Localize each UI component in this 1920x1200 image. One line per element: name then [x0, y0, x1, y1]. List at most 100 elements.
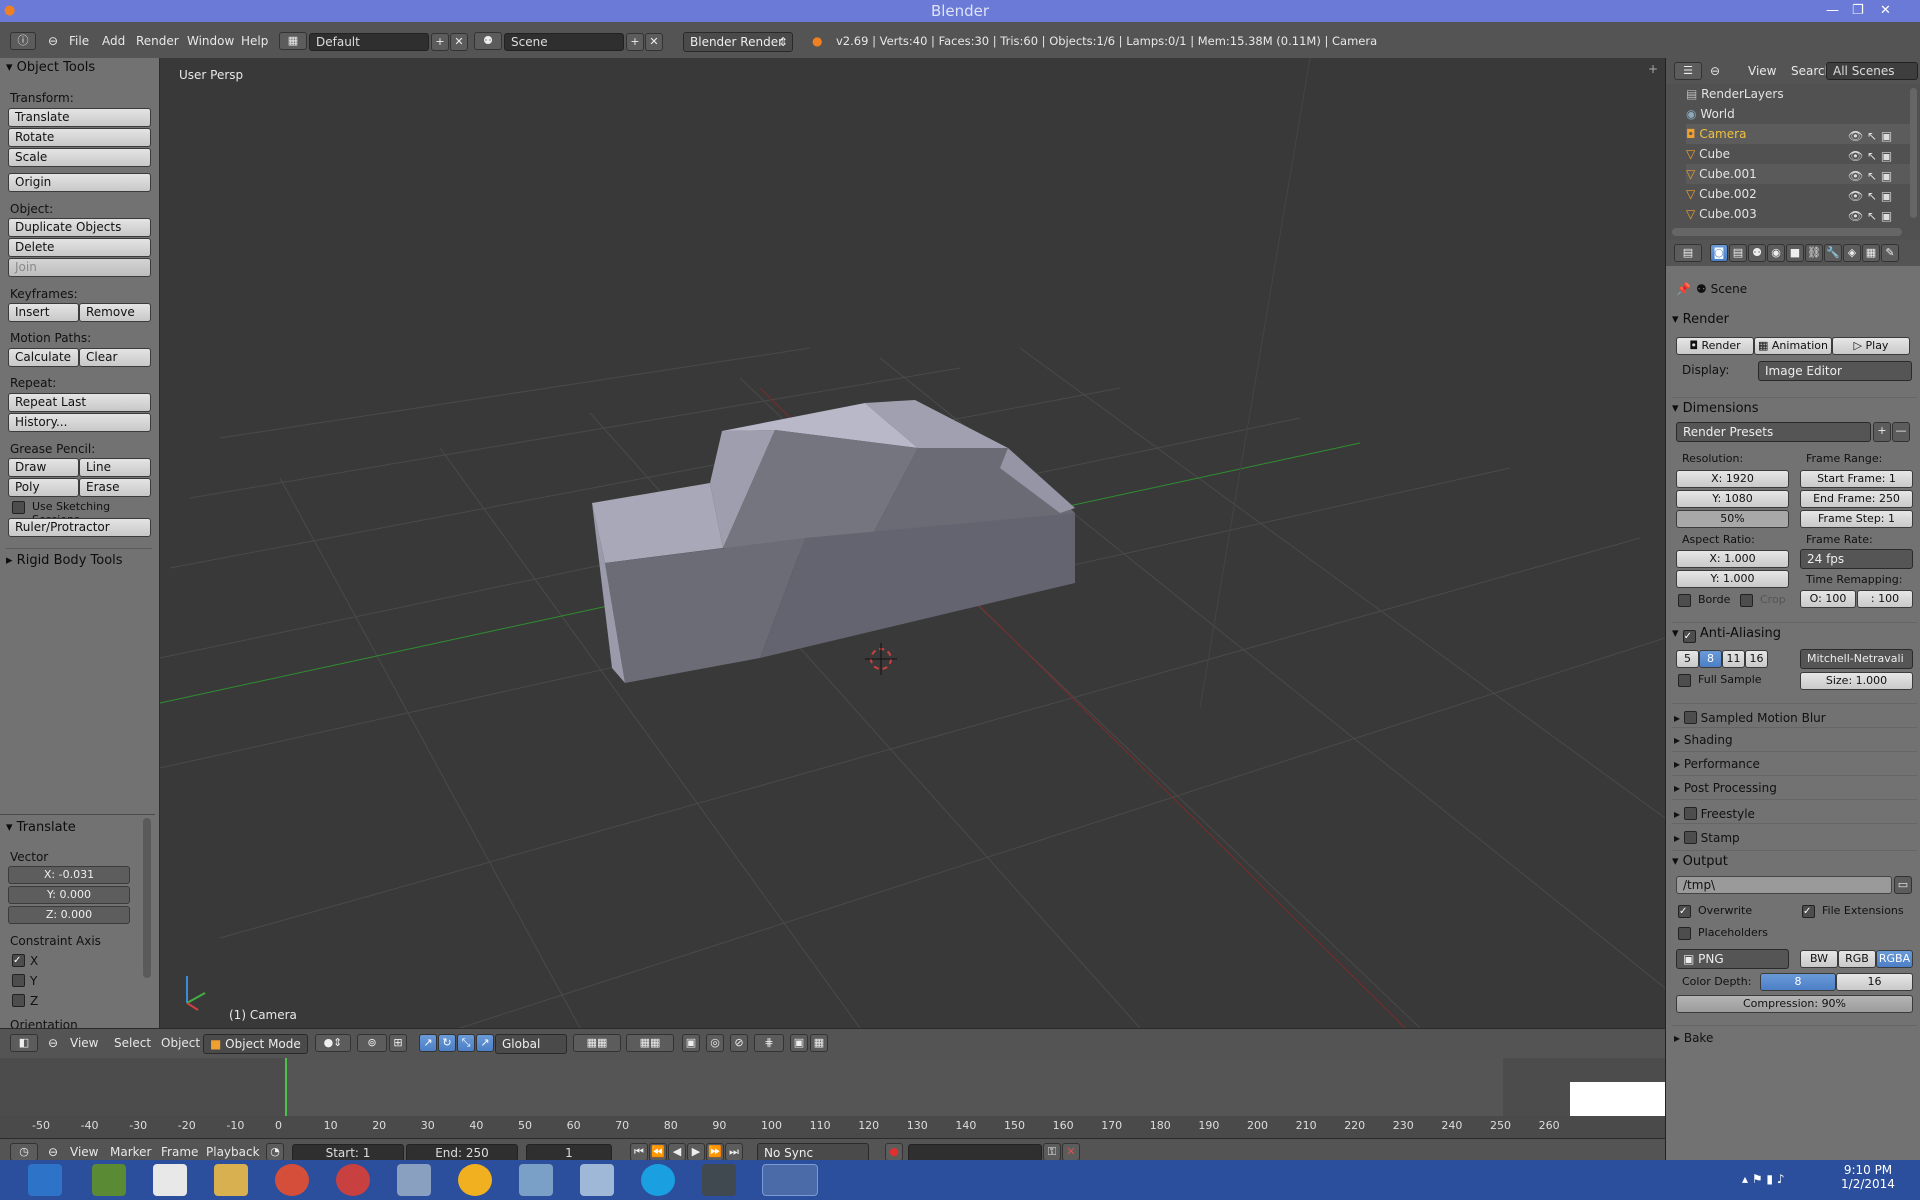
translate-button[interactable]: Translate	[8, 108, 151, 127]
texture-tab-icon[interactable]: ▦	[1862, 244, 1880, 262]
join-button[interactable]: Join	[8, 258, 151, 277]
display-mode-dropdown[interactable]: All Scenes	[1826, 62, 1918, 80]
scene-tab-icon[interactable]: ⚉	[1748, 244, 1766, 262]
start-frame-field[interactable]: Start Frame: 1	[1800, 470, 1913, 488]
render-anim-icon[interactable]: ▦	[810, 1034, 828, 1052]
insert-key-icon[interactable]: ⚿	[1043, 1143, 1061, 1161]
clock[interactable]: 9:10 PM 1/2/2014	[1830, 1163, 1906, 1191]
filter-size-field[interactable]: Size: 1.000	[1800, 672, 1913, 690]
play-reverse-icon[interactable]: ◀	[668, 1143, 686, 1161]
delete-key-icon[interactable]: ✕	[1062, 1143, 1080, 1161]
line-button[interactable]: Line	[79, 458, 151, 477]
control-panel-icon[interactable]	[397, 1164, 431, 1196]
shading-icon[interactable]: ●⇕	[315, 1034, 351, 1052]
menu-view[interactable]: View	[1748, 64, 1776, 78]
next-keyframe-icon[interactable]: ⏩	[706, 1143, 724, 1161]
menu-help[interactable]: Help	[241, 34, 268, 48]
file-format-dropdown[interactable]: ▣ PNG	[1676, 949, 1789, 969]
rigid-body-header[interactable]: ▸ Rigid Body Tools	[6, 548, 152, 568]
layers-tab-icon[interactable]: ▤	[1729, 244, 1747, 262]
remove-scene-icon[interactable]: ✕	[645, 33, 663, 51]
menu-playback[interactable]: Playback	[206, 1145, 260, 1159]
placeholders-checkbox[interactable]	[1678, 927, 1691, 940]
photo-viewer-icon[interactable]	[519, 1164, 553, 1196]
add-scene-icon[interactable]: +	[626, 33, 644, 51]
layers-2-icon[interactable]: ▦▦	[626, 1034, 674, 1052]
outliner-v-scrollbar[interactable]	[1910, 88, 1917, 218]
anti-aliasing-panel-header[interactable]: ▾ ✓ Anti-Aliasing	[1672, 622, 1917, 643]
current-frame-marker[interactable]	[285, 1058, 287, 1116]
constraints-tab-icon[interactable]: ⛓	[1805, 244, 1823, 262]
aa-samples-16[interactable]: 16	[1745, 650, 1768, 668]
steam-icon[interactable]	[702, 1164, 736, 1196]
ruler-button[interactable]: Ruler/Protractor	[8, 518, 151, 537]
render-icon[interactable]: ▣	[790, 1034, 808, 1052]
remap-old-field[interactable]: O: 100	[1800, 590, 1856, 608]
overwrite-checkbox[interactable]: ✓	[1678, 905, 1691, 918]
collapse-icon[interactable]: ⊖	[48, 34, 58, 48]
vector-x-field[interactable]: X: -0.031	[8, 866, 130, 884]
jump-start-icon[interactable]: ⏮	[630, 1143, 648, 1161]
rotate-manipulator-icon[interactable]: ↻	[438, 1034, 456, 1052]
minecraft-icon[interactable]	[92, 1164, 126, 1196]
insert-keyframe-button[interactable]: Insert	[8, 303, 79, 322]
render-presets-dropdown[interactable]: Render Presets	[1676, 422, 1871, 442]
remove-preset-icon[interactable]: —	[1892, 422, 1910, 442]
menu-file[interactable]: File	[69, 34, 89, 48]
scene-icon[interactable]: ⚉	[474, 32, 502, 50]
skype-icon[interactable]	[641, 1164, 675, 1196]
vector-z-field[interactable]: Z: 0.000	[8, 906, 130, 924]
output-panel-header[interactable]: ▾ Output	[1672, 850, 1917, 869]
snap-toggle-icon[interactable]: ⊘	[730, 1034, 748, 1052]
duplicate-objects-button[interactable]: Duplicate Objects	[8, 218, 151, 237]
file-explorer-icon[interactable]	[214, 1164, 248, 1196]
aa-samples-8[interactable]: 8	[1699, 650, 1722, 668]
menu-object[interactable]: Object	[161, 1036, 200, 1050]
manipulator-icon[interactable]: ⊞	[389, 1034, 407, 1052]
proportional-icon[interactable]: ◎	[706, 1034, 724, 1052]
editor-type-icon[interactable]: ◧	[10, 1034, 38, 1052]
expand-icon[interactable]: +	[1648, 62, 1658, 76]
color-depth-8-button[interactable]: 8	[1760, 973, 1836, 991]
color-rgb-button[interactable]: RGB	[1838, 950, 1876, 968]
delete-button[interactable]: Delete	[8, 238, 151, 257]
aa-samples-5[interactable]: 5	[1676, 650, 1699, 668]
scene-field[interactable]: Scene	[504, 33, 624, 51]
scale-button[interactable]: Scale	[8, 148, 151, 167]
translate-operator-header[interactable]: ▾ Translate	[6, 820, 76, 835]
erase-button[interactable]: Erase	[79, 478, 151, 497]
anti-aliasing-checkbox[interactable]: ✓	[1682, 630, 1696, 643]
menu-select[interactable]: Select	[114, 1036, 151, 1050]
manipulator-toggle-icon[interactable]: ↗	[476, 1034, 494, 1052]
object-tab-icon[interactable]: ■	[1786, 244, 1804, 262]
output-path-field[interactable]: /tmp\	[1676, 876, 1892, 894]
timeline-area[interactable]: -50 -40 -30 -20 -10 0 10 20 30 40 50 60 70 80 90 100 110…	[0, 1058, 1665, 1138]
aa-samples-11[interactable]: 11	[1722, 650, 1745, 668]
vlc-icon[interactable]	[458, 1164, 492, 1196]
prev-keyframe-icon[interactable]: ⏪	[649, 1143, 667, 1161]
render-panel-header[interactable]: ▾ Render	[1672, 312, 1729, 327]
color-rgba-button[interactable]: RGBA	[1876, 950, 1913, 968]
constraint-x-checkbox[interactable]: ✓	[12, 954, 25, 967]
physics-tab-icon[interactable]: ✎	[1881, 244, 1899, 262]
aa-filter-dropdown[interactable]: Mitchell-Netravali	[1800, 649, 1913, 669]
chrome-icon[interactable]	[275, 1164, 309, 1196]
3d-viewport[interactable]: User Persp (1) Camera +	[160, 58, 1665, 1028]
rotate-button[interactable]: Rotate	[8, 128, 151, 147]
resolution-y-field[interactable]: Y: 1080	[1676, 490, 1789, 508]
constraint-z-checkbox[interactable]	[12, 994, 25, 1007]
remap-new-field[interactable]: : 100	[1857, 590, 1913, 608]
color-depth-16-button[interactable]: 16	[1836, 973, 1913, 991]
lock-layer-icon[interactable]: ▣	[682, 1034, 700, 1052]
color-bw-button[interactable]: BW	[1800, 950, 1838, 968]
mode-dropdown[interactable]: ■ Object Mode	[203, 1034, 308, 1054]
frame-ruler[interactable]: -50 -40 -30 -20 -10 0 10 20 30 40 50 60 70 80 90 100 110…	[0, 1116, 1665, 1138]
post-processing-panel[interactable]: ▸ Post Processing	[1672, 775, 1917, 799]
sampled-motion-blur-panel[interactable]: ▸ Sampled Motion Blur	[1672, 703, 1917, 727]
scale-manipulator-icon[interactable]: ⤡	[457, 1034, 475, 1052]
file-extensions-checkbox[interactable]: ✓	[1802, 905, 1815, 918]
crop-checkbox[interactable]	[1740, 594, 1753, 607]
jump-end-icon[interactable]: ⏭	[725, 1143, 743, 1161]
minimize-icon[interactable]: —	[1826, 0, 1839, 22]
screen-layout-icon[interactable]: ▦	[279, 32, 307, 50]
